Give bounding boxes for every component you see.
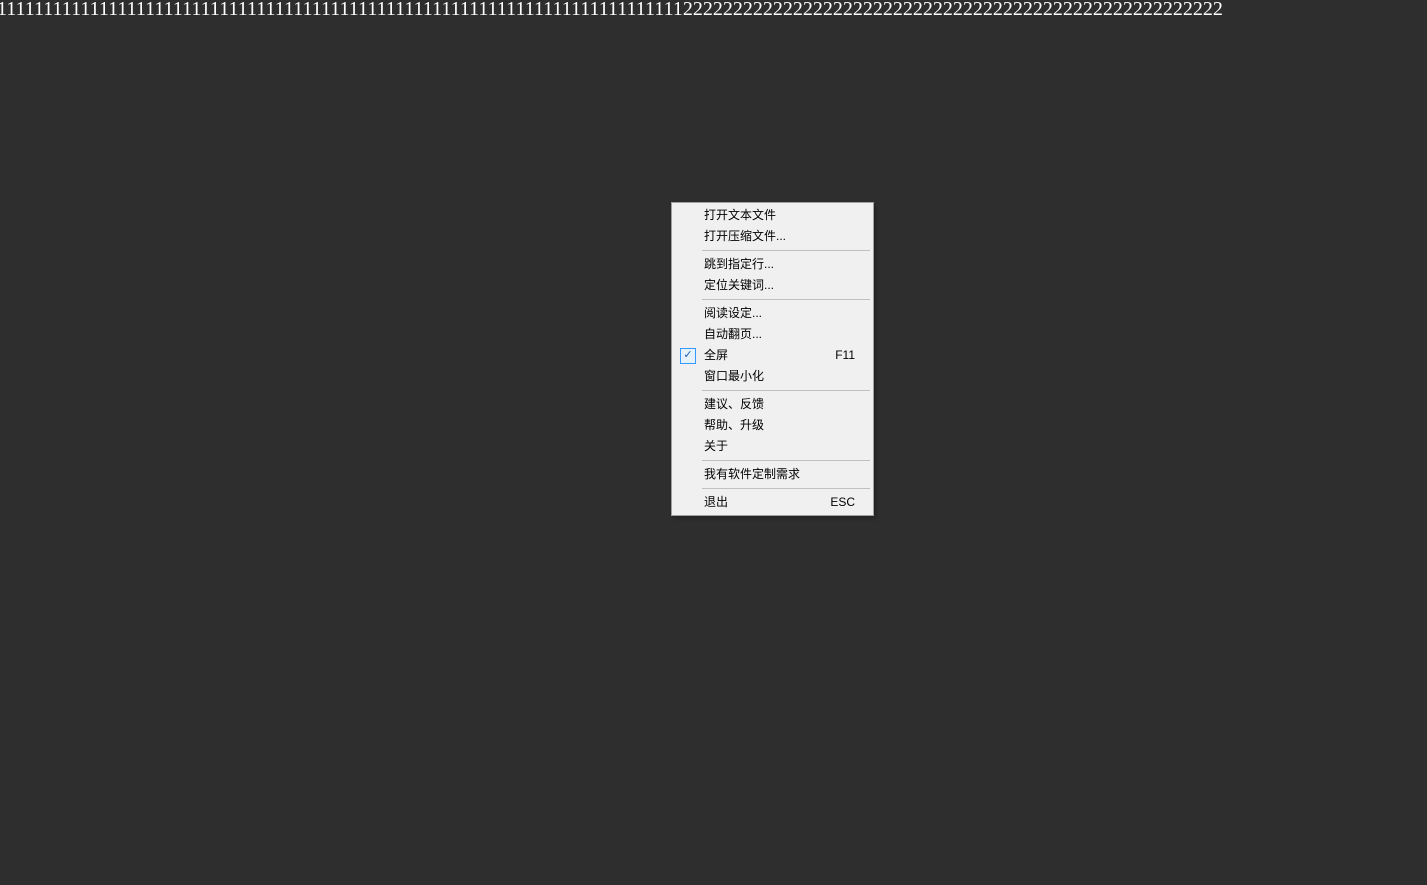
menu-shortcut: ESC (830, 492, 869, 513)
menu-separator (702, 250, 870, 251)
menu-label: 阅读设定... (700, 303, 869, 324)
menu-label: 关于 (700, 436, 869, 457)
menu-label: 帮助、升级 (700, 415, 869, 436)
menu-label: 建议、反馈 (700, 394, 869, 415)
menu-separator (702, 390, 870, 391)
checkmark-icon: ✓ (680, 348, 696, 364)
menu-exit[interactable]: 退出 ESC (674, 492, 871, 513)
menu-auto-page[interactable]: 自动翻页... (674, 324, 871, 345)
menu-about[interactable]: 关于 (674, 436, 871, 457)
menu-custom-dev-request[interactable]: 我有软件定制需求 (674, 464, 871, 485)
menu-label: 自动翻页... (700, 324, 869, 345)
check-icon: ✓ (676, 348, 700, 364)
menu-label: 打开文本文件 (700, 205, 869, 226)
menu-minimize-window[interactable]: 窗口最小化 (674, 366, 871, 387)
menu-separator (702, 299, 870, 300)
menu-label: 退出 (700, 492, 830, 513)
menu-read-settings[interactable]: 阅读设定... (674, 303, 871, 324)
context-menu: 打开文本文件 打开压缩文件... 跳到指定行... 定位关键词... 阅读设定.… (671, 202, 874, 516)
menu-goto-line[interactable]: 跳到指定行... (674, 254, 871, 275)
menu-label: 全屏 (700, 345, 835, 366)
menu-open-text-file[interactable]: 打开文本文件 (674, 205, 871, 226)
menu-find-keyword[interactable]: 定位关键词... (674, 275, 871, 296)
menu-label: 定位关键词... (700, 275, 869, 296)
menu-help-upgrade[interactable]: 帮助、升级 (674, 415, 871, 436)
menu-shortcut: F11 (835, 345, 869, 366)
menu-separator (702, 488, 870, 489)
menu-fullscreen[interactable]: ✓ 全屏 F11 (674, 345, 871, 366)
menu-label: 打开压缩文件... (700, 226, 869, 247)
menu-label: 我有软件定制需求 (700, 464, 869, 485)
menu-open-archive-file[interactable]: 打开压缩文件... (674, 226, 871, 247)
menu-feedback[interactable]: 建议、反馈 (674, 394, 871, 415)
text-content-line: 1111111111111111111111111111111111111111… (0, 0, 1223, 21)
menu-label: 窗口最小化 (700, 366, 869, 387)
menu-separator (702, 460, 870, 461)
menu-label: 跳到指定行... (700, 254, 869, 275)
